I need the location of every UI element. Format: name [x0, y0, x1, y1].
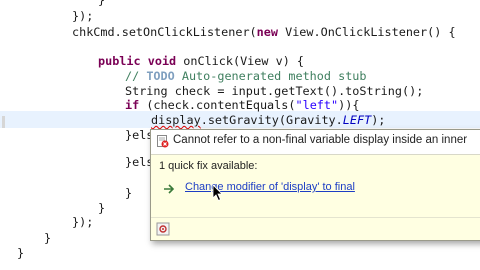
quick-fix-header: Cannot refer to a non-final variable dis… [151, 130, 480, 155]
code-line: }); [72, 9, 94, 23]
code-line-error[interactable]: display.setGravity(Gravity.LEFT); [151, 112, 385, 128]
line-marker [2, 116, 5, 128]
quick-fix-link[interactable]: Change modifier of 'display' to final [185, 181, 355, 193]
code-comment: // TODO Auto-generated method stub [125, 69, 367, 83]
popup-footer [151, 217, 480, 240]
quick-fix-count: 1 quick fix available: [159, 160, 258, 172]
code-line: if (check.contentEquals("left")){ [125, 98, 360, 112]
mouse-pointer-icon [212, 184, 223, 202]
code-line: } [17, 246, 25, 260]
error-variable: display [151, 113, 201, 127]
code-line: } [98, 0, 106, 7]
code-line: } [125, 186, 133, 200]
error-icon [157, 135, 169, 148]
code-line: } [44, 231, 52, 245]
quick-fix-popup[interactable]: Cannot refer to a non-final variable dis… [150, 129, 480, 241]
error-message: Cannot refer to a non-final variable dis… [173, 134, 468, 146]
code-line: chkCmd.setOnClickListener(new View.OnCli… [72, 25, 456, 39]
code-line: public void onClick(View v) { [98, 54, 304, 68]
quickfix-arrow-icon [164, 184, 175, 194]
code-line: } [98, 201, 106, 215]
code-line: }); [72, 215, 94, 229]
settings-icon[interactable] [156, 222, 170, 236]
